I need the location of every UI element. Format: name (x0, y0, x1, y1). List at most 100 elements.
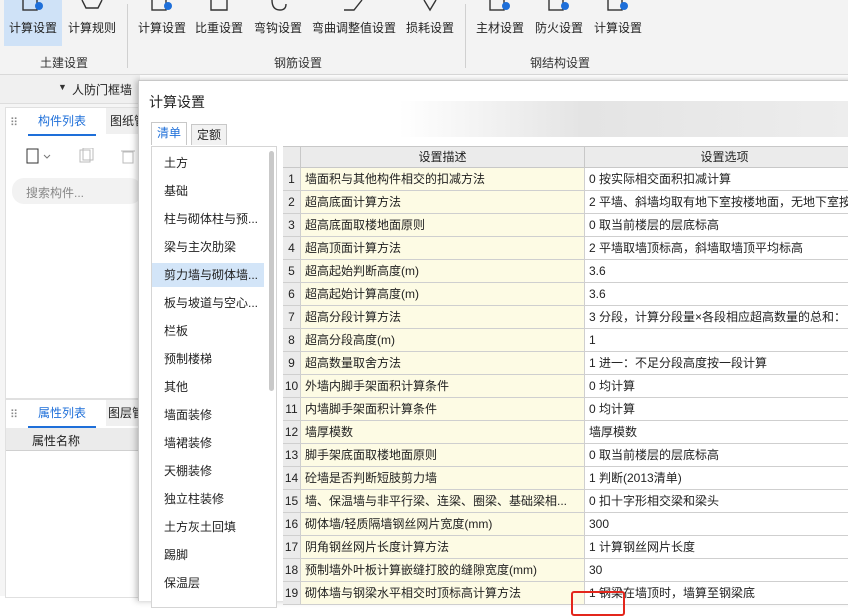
property-header: 属性名称 (6, 428, 141, 451)
button-label: 损耗设置 (405, 21, 454, 35)
button-label: 弯钩设置 (253, 21, 302, 35)
main-material-settings-button[interactable]: 主材设置 (472, 0, 528, 46)
button-label: 主材设置 (475, 21, 524, 35)
density-settings-button[interactable]: 比重设置 (192, 0, 246, 46)
hook-icon (271, 0, 287, 11)
setting-value[interactable]: 300 (585, 513, 848, 536)
category-item[interactable]: 保温层 (152, 571, 264, 595)
setting-value[interactable]: 0 取当前楼层的层底标高 (585, 214, 848, 237)
tab-property-list[interactable]: 属性列表 (28, 400, 97, 428)
calc-rules-icon (81, 0, 103, 9)
floor-filter-label[interactable]: 人防门框墙 (72, 81, 132, 98)
category-list: 土方基础柱与砌体柱与预... 梁与主次肋梁 剪力墙与砌体墙... 板与坡道与空心...… (151, 146, 277, 608)
setting-value[interactable]: 2 平墙取墙顶标高，斜墙取墙顶平均标高 (585, 237, 848, 260)
row-number: 16 (283, 513, 301, 536)
setting-value[interactable]: 0 扣十字形相交梁和梁头 (585, 490, 848, 513)
civil-calc-rules-button[interactable]: 计算规则 (64, 0, 120, 46)
category-item[interactable]: 板与坡道与空心... (152, 291, 264, 315)
category-item[interactable]: 剪力墙与砌体墙... (152, 263, 264, 287)
settings-table: 设置描述 设置选项 1 墙面积与其他构件相交的扣减方法 0 按实际相交面积扣减计算 2… (283, 146, 848, 607)
setting-value[interactable]: 1 计算钢丝网片长度 (585, 536, 848, 559)
category-item[interactable]: 土方灰土回填 (152, 515, 264, 539)
row-number: 10 (283, 375, 301, 398)
row-number: 11 (283, 398, 301, 421)
category-item[interactable]: 柱与砌体柱与预... (152, 207, 264, 231)
row-number: 17 (283, 536, 301, 559)
setting-value[interactable]: 1 判断(2013清单) (585, 467, 848, 490)
setting-description: 超高底面计算方法 (301, 191, 585, 214)
category-item[interactable]: 其他 (152, 375, 264, 399)
setting-value[interactable]: 0 按实际相交面积扣减计算 (585, 168, 848, 191)
setting-description: 脚手架底面取楼地面原则 (301, 444, 585, 467)
calc-settings-icon (22, 0, 43, 11)
category-item[interactable]: 墙面装修 (152, 403, 264, 427)
ribbon-toolbar: 计算设置 计算规则 计算设置 比重设置 弯钩设置 弯曲调整值设置 损耗设置 主材… (0, 0, 848, 75)
setting-description: 阴角钢丝网片长度计算方法 (301, 536, 585, 559)
setting-value[interactable]: 0 均计算 (585, 375, 848, 398)
drag-handle-icon: ⠿ (10, 409, 19, 421)
category-item[interactable]: 踢脚 (152, 543, 264, 567)
bend-icon (344, 0, 363, 11)
category-item[interactable]: 墙裙装修 (152, 431, 264, 455)
setting-value[interactable]: 30 (585, 559, 848, 582)
steel-calc-settings-button[interactable]: 计算设置 (590, 0, 646, 46)
setting-value[interactable]: 墙厚模数 (585, 421, 848, 444)
rebar-calc-settings-button[interactable]: 计算设置 (134, 0, 190, 46)
copy-icon[interactable] (78, 148, 96, 164)
setting-description: 墙厚模数 (301, 421, 585, 444)
setting-description: 超高起始判断高度(m) (301, 260, 585, 283)
tab-bill[interactable]: 清单 (151, 122, 187, 145)
category-item[interactable]: 预制楼梯 (152, 347, 264, 371)
loss-settings-button[interactable]: 损耗设置 (402, 0, 458, 46)
row-number: 13 (283, 444, 301, 467)
setting-description: 外墙内脚手架面积计算条件 (301, 375, 585, 398)
civil-calc-settings-button[interactable]: 计算设置 (4, 0, 62, 46)
category-item[interactable]: 独立柱装修 (152, 487, 264, 511)
group-label-rebar: 钢筋设置 (274, 56, 323, 70)
property-list-panel: ⠿ 属性列表 图层管 属性名称 (5, 399, 147, 598)
row-number: 12 (283, 421, 301, 444)
setting-description: 超高分段计算方法 (301, 306, 585, 329)
row-number: 2 (283, 191, 301, 214)
row-number: 8 (283, 329, 301, 352)
button-label: 防火设置 (534, 21, 583, 35)
delete-icon[interactable] (120, 148, 136, 164)
category-item[interactable]: 栏板 (152, 319, 264, 343)
search-input[interactable]: 搜索构件... (12, 178, 142, 204)
setting-value[interactable]: 1 进一：不足分段高度按一段计算 (585, 352, 848, 375)
button-label: 计算规则 (67, 21, 116, 35)
dialog-title: 计算设置 (149, 94, 205, 110)
setting-value[interactable]: 3 分段，计算分段量×各段相应超高数量的总和： (585, 306, 848, 329)
setting-description: 砌体墙与钢梁水平相交时顶标高计算方法 (301, 582, 585, 605)
setting-description: 超高底面取楼地面原则 (301, 214, 585, 237)
button-label: 计算设置 (137, 21, 186, 35)
category-item[interactable]: 基础 (152, 179, 264, 203)
category-item[interactable]: 土方 (152, 151, 264, 175)
dialog-title-bar (399, 101, 848, 137)
tab-quota[interactable]: 定额 (191, 124, 227, 145)
button-label: 弯曲调整值设置 (311, 21, 396, 35)
category-scrollbar[interactable] (269, 151, 274, 391)
setting-value[interactable]: 0 均计算 (585, 398, 848, 421)
loss-icon (423, 0, 437, 12)
setting-value[interactable]: 2 平墙、斜墙均取有地下室按楼地面，无地下室按 (585, 191, 848, 214)
bend-adjust-settings-button[interactable]: 弯曲调整值设置 (310, 0, 398, 46)
row-number: 5 (283, 260, 301, 283)
calc-settings-dialog: 计算设置 清单 定额 土方基础柱与砌体柱与预... 梁与主次肋梁 剪力墙与砌体墙..… (138, 80, 848, 616)
setting-value[interactable]: 0 取当前楼层的层底标高 (585, 444, 848, 467)
category-item[interactable]: 梁与主次肋梁 (152, 235, 264, 259)
hook-settings-button[interactable]: 弯钩设置 (250, 0, 306, 46)
main-material-icon (489, 0, 510, 11)
fireproof-settings-button[interactable]: 防火设置 (530, 0, 588, 46)
left-panel: ▼ 人防门框墙 ⠿ 构件列表 图纸管 搜索构件... ⠿ 属性列表 图层管 属性… (0, 75, 151, 598)
setting-value[interactable]: 1 (585, 329, 848, 352)
setting-description: 超高数量取舍方法 (301, 352, 585, 375)
setting-value[interactable]: 3.6 (585, 260, 848, 283)
new-component-icon[interactable] (26, 148, 56, 164)
row-number: 14 (283, 467, 301, 490)
tab-component-list[interactable]: 构件列表 (28, 108, 97, 136)
category-item[interactable]: 天棚装修 (152, 459, 264, 483)
row-number: 4 (283, 237, 301, 260)
setting-value[interactable]: 3.6 (585, 283, 848, 306)
row-number: 6 (283, 283, 301, 306)
